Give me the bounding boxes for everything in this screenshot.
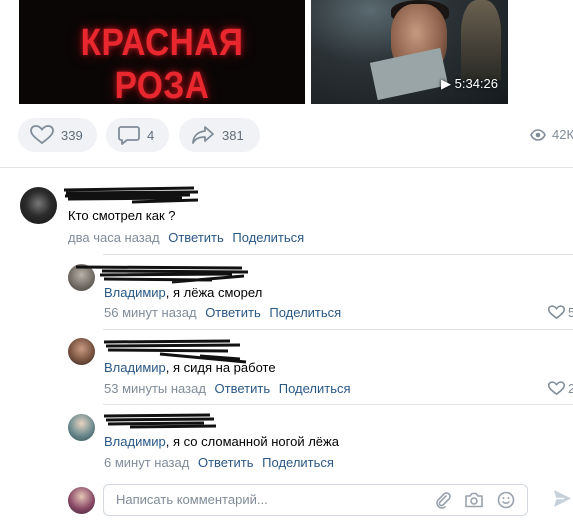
reply-link[interactable]: Ответить [198,455,254,470]
avatar[interactable] [20,187,57,224]
share-link[interactable]: Поделиться [232,230,304,245]
share-link[interactable]: Поделиться [279,381,351,396]
avatar[interactable] [68,414,95,441]
reply-link[interactable]: Ответить [215,381,271,396]
comment-icon [118,126,140,145]
comment-like-count: 5 [568,305,573,320]
share-link[interactable]: Поделиться [262,455,334,470]
heart-icon[interactable] [548,305,565,320]
reply-mention[interactable]: Владимир [104,434,166,449]
share-link[interactable]: Поделиться [269,305,341,320]
comment-divider [103,329,573,330]
comment-time[interactable]: два часа назад [68,230,160,245]
emoji-icon[interactable] [497,491,515,509]
comment-body: Кто смотрел как ? [68,208,176,223]
comment-meta: 53 минуты назад Ответить Поделиться [104,381,356,396]
comment-time[interactable]: 53 минуты назад [104,381,206,396]
view-counter: 42К [530,127,573,142]
avatar[interactable] [68,338,95,365]
share-icon [192,126,214,144]
comment-body: , я сидя на работе [165,360,276,375]
reply-mention[interactable]: Владимир [104,285,166,300]
comment-body: , я со сломанной ногой лёжа [165,434,339,449]
comment-time[interactable]: 56 минут назад [104,305,197,320]
like-count: 339 [61,127,83,143]
heart-icon [30,125,54,145]
comment-meta: два часа назад Ответить Поделиться [68,230,309,245]
reply-link[interactable]: Ответить [168,230,224,245]
comment-meta: 56 минут назад Ответить Поделиться [104,305,346,320]
comment-time[interactable]: 6 минут назад [104,455,189,470]
thumbnail-title: КРАСНАЯ РОЗА [80,22,244,104]
comment-body: , я лёжа сморел [165,285,263,300]
redacted-name [103,413,217,429]
play-icon: ▶︎ [441,76,451,91]
share-count: 381 [222,127,244,143]
comment-count: 4 [147,127,155,143]
current-user-avatar[interactable] [68,487,95,514]
video-frame-paper [369,47,449,101]
share-button[interactable]: 381 [179,118,260,152]
comment-text: Владимир, я со сломанной ногой лёжа [104,434,339,449]
comment-text: Владимир, я лёжа сморел [104,285,262,300]
redacted-name [75,265,249,284]
section-divider [0,167,573,168]
video-thumbnail-right[interactable]: ▶︎ 5:34:26 [311,0,508,104]
eye-icon [530,128,546,141]
comment-meta: 6 минут назад Ответить Поделиться [104,455,339,470]
attach-icon[interactable] [434,491,452,509]
video-duration: ▶︎ 5:34:26 [441,76,498,92]
comment-divider [103,254,573,255]
comment-divider [103,404,573,405]
comment-text: Кто смотрел как ? [68,208,176,223]
video-frame-figure [461,0,501,80]
reply-mention[interactable]: Владимир [104,360,166,375]
like-button[interactable]: 339 [18,118,97,152]
view-count: 42К [552,127,573,142]
send-icon[interactable] [552,488,573,509]
camera-icon[interactable] [464,491,484,509]
comment-text: Владимир, я сидя на работе [104,360,276,375]
video-thumbnail-left[interactable]: КРАСНАЯ РОЗА [19,0,305,104]
video-duration-text: 5:34:26 [454,76,498,91]
redacted-name [63,186,199,204]
comment-input[interactable] [114,491,428,508]
reply-link[interactable]: Ответить [205,305,261,320]
heart-icon[interactable] [548,381,565,396]
comment-like-count: 2 [568,381,573,396]
comment-button[interactable]: 4 [106,118,169,152]
comment-composer[interactable] [103,484,528,516]
